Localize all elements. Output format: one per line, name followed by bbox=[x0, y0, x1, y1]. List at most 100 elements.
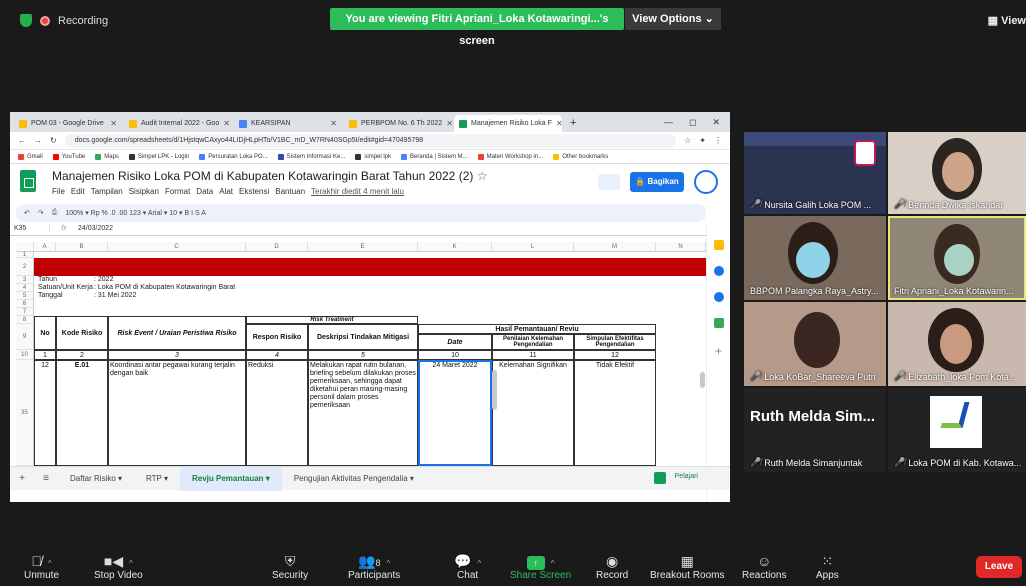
menu-help[interactable]: Bantuan bbox=[275, 187, 305, 196]
participant-video[interactable]: 🎤̸ Elizabath_loka Pom Kota... bbox=[888, 302, 1026, 386]
row-number[interactable]: 35 bbox=[16, 360, 34, 466]
column-header[interactable]: L bbox=[492, 242, 574, 252]
sheets-toolbar[interactable]: ↶ ↷ ⎙ 100% ▾ Rp % .0 .00 123 ▾ Arial ▾ 1… bbox=[16, 204, 706, 222]
header-no[interactable]: No bbox=[34, 316, 56, 350]
bookmark-other[interactable]: Other bookmarks bbox=[553, 153, 608, 160]
chat-button[interactable]: 💬 ^ Chat bbox=[454, 552, 481, 581]
apps-button[interactable]: ⁙ Apps bbox=[816, 552, 839, 581]
extensions-icon[interactable]: ✦ bbox=[699, 136, 706, 145]
view-button[interactable]: ▦ View bbox=[988, 14, 1026, 27]
row-number[interactable]: 5 bbox=[16, 292, 34, 300]
browser-tab[interactable]: POM 03 - Google Drive ✕ bbox=[14, 115, 122, 132]
keep-icon[interactable] bbox=[713, 240, 724, 250]
browser-tab-active[interactable]: Manajemen Risiko Loka F ✕ bbox=[454, 115, 562, 132]
row-number[interactable]: 6 bbox=[16, 300, 34, 308]
cell-penilaian[interactable]: Kelemahan Signifikan bbox=[492, 360, 574, 466]
bookmark-maps[interactable]: Maps bbox=[95, 153, 119, 160]
sheet-tab[interactable]: RTP ▾ bbox=[134, 467, 180, 491]
browser-tab[interactable]: Audit Internal 2022 - Goo ✕ bbox=[124, 115, 232, 132]
share-button[interactable]: 🔒 Bagikan bbox=[630, 172, 684, 192]
chevron-up-icon[interactable]: ^ bbox=[48, 559, 52, 568]
row-number[interactable]: 8 bbox=[16, 316, 34, 324]
participants-button[interactable]: 👥8 ^ Participants bbox=[348, 552, 400, 581]
numbering-cell[interactable]: 3 bbox=[108, 350, 246, 360]
numbering-cell[interactable]: 12 bbox=[574, 350, 656, 360]
bookmark-item[interactable]: Simpel LPK - Login bbox=[128, 153, 189, 160]
add-sheet-icon[interactable]: + bbox=[10, 473, 34, 484]
bookmark-youtube[interactable]: YouTube bbox=[52, 153, 85, 160]
participant-video[interactable]: 🎤̸ Loka KoBar_Shareeva Putri bbox=[744, 302, 886, 386]
numbering-cell[interactable]: 2 bbox=[56, 350, 108, 360]
bookmark-item[interactable]: Beranda | Sistem M... bbox=[401, 153, 468, 160]
column-header[interactable]: K bbox=[418, 242, 492, 252]
row-number[interactable]: 9 bbox=[16, 324, 34, 350]
bookmark-item[interactable]: simpel lpk bbox=[355, 153, 391, 160]
add-ons-icon[interactable]: + bbox=[707, 344, 730, 358]
close-tab-icon[interactable]: ✕ bbox=[556, 119, 562, 128]
cell-respon[interactable]: Reduksi bbox=[246, 360, 308, 466]
cell-scrollbar[interactable] bbox=[492, 370, 497, 410]
close-window-icon[interactable]: ✕ bbox=[712, 117, 720, 128]
participant-video[interactable]: 🎤̸ Berinda Dwika Iskandar bbox=[888, 132, 1026, 214]
meet-icon[interactable] bbox=[598, 174, 620, 190]
menu-data[interactable]: Data bbox=[196, 187, 213, 196]
header-kode-risiko[interactable]: Kode Risiko bbox=[56, 316, 108, 350]
bookmark-item[interactable]: Persuratan Loka PO... bbox=[199, 153, 268, 160]
column-header[interactable]: N bbox=[656, 242, 706, 252]
sheets-logo-icon[interactable] bbox=[20, 170, 36, 192]
cell-deskripsi[interactable]: Melakukan rapat rutin bulanan, briefing … bbox=[308, 360, 418, 466]
record-button[interactable]: ◉ Record bbox=[596, 552, 628, 581]
numbering-cell[interactable]: 4 bbox=[246, 350, 308, 360]
sheet-tab-active[interactable]: Revju Pemantauan ▾ bbox=[179, 466, 282, 491]
cell-date-selected[interactable]: 24 Maret 2022 bbox=[418, 360, 492, 466]
star-icon[interactable]: ☆ bbox=[477, 169, 488, 183]
row-number[interactable]: 7 bbox=[16, 308, 34, 316]
chevron-up-icon[interactable]: ^ bbox=[551, 559, 555, 568]
menu-insert[interactable]: Sisipkan bbox=[129, 187, 159, 196]
cell-no[interactable]: 12 bbox=[34, 360, 56, 466]
browser-tab[interactable]: PERBPOM No. 6 Th 2022 ✕ bbox=[344, 115, 452, 132]
bookmark-item[interactable]: Materi Workshop in... bbox=[477, 153, 543, 160]
menu-edit[interactable]: Edit bbox=[71, 187, 85, 196]
header-risk-treatment[interactable]: Risk Treatment bbox=[246, 316, 418, 324]
cell-reference[interactable]: K35 bbox=[10, 225, 50, 232]
bookmark-item[interactable]: Sistem Informasi Ke... bbox=[277, 153, 345, 160]
header-simpulan[interactable]: Simpulan Efektifitas Pengendalian bbox=[574, 334, 656, 350]
maximize-icon[interactable]: ◻ bbox=[689, 117, 696, 128]
stop-video-button[interactable]: ■◀ ^ Stop Video bbox=[94, 552, 143, 581]
view-options-button[interactable]: View Options ⌄ bbox=[625, 8, 721, 30]
close-tab-icon[interactable]: ✕ bbox=[330, 119, 337, 128]
cell-simpulan[interactable]: Tidak Efektif bbox=[574, 360, 656, 466]
account-avatar[interactable] bbox=[694, 170, 718, 194]
chevron-up-icon[interactable]: ^ bbox=[477, 559, 481, 568]
row-number[interactable]: 4 bbox=[16, 284, 34, 292]
document-title[interactable]: Manajemen Risiko Loka POM di Kabupaten K… bbox=[52, 169, 487, 183]
browser-tab[interactable]: KEARSIPAN ✕ bbox=[234, 115, 342, 132]
last-edit-link[interactable]: Terakhir diedit 4 menit lalu bbox=[311, 187, 404, 196]
redo-icon[interactable]: ↷ bbox=[38, 209, 44, 217]
back-icon[interactable]: ← bbox=[18, 136, 26, 145]
column-header[interactable]: C bbox=[108, 242, 246, 252]
header-deskripsi[interactable]: Deskripsi Tindakan Mitigasi bbox=[308, 324, 418, 350]
bookmark-gmail[interactable]: Gmail bbox=[18, 153, 43, 160]
header-respon-risiko[interactable]: Respon Risiko bbox=[246, 324, 308, 350]
maps-icon[interactable] bbox=[713, 318, 724, 328]
column-header[interactable]: B bbox=[56, 242, 108, 252]
numbering-cell[interactable]: 11 bbox=[492, 350, 574, 360]
menu-format[interactable]: Format bbox=[165, 187, 190, 196]
leave-button[interactable]: Leave bbox=[976, 556, 1022, 578]
breakout-rooms-button[interactable]: ▦ Breakout Rooms bbox=[650, 552, 724, 581]
url-field[interactable]: docs.google.com/spreadsheets/d/1HjstqwCA… bbox=[64, 133, 677, 148]
print-icon[interactable]: ⎙ bbox=[52, 209, 58, 217]
new-tab-icon[interactable]: + bbox=[564, 117, 582, 132]
menu-view[interactable]: Tampilan bbox=[91, 187, 123, 196]
numbering-cell[interactable]: 1 bbox=[34, 350, 56, 360]
close-tab-icon[interactable]: ✕ bbox=[446, 119, 452, 128]
close-tab-icon[interactable]: ✕ bbox=[223, 119, 230, 128]
menu-file[interactable]: File bbox=[52, 187, 65, 196]
vertical-scrollbar[interactable] bbox=[700, 372, 705, 388]
numbering-cell[interactable]: 5 bbox=[308, 350, 418, 360]
participant-video[interactable]: BBPOM Palangka Raya_Astry... bbox=[744, 216, 886, 300]
star-icon[interactable]: ☆ bbox=[684, 136, 691, 145]
tasks-icon[interactable] bbox=[713, 266, 724, 276]
